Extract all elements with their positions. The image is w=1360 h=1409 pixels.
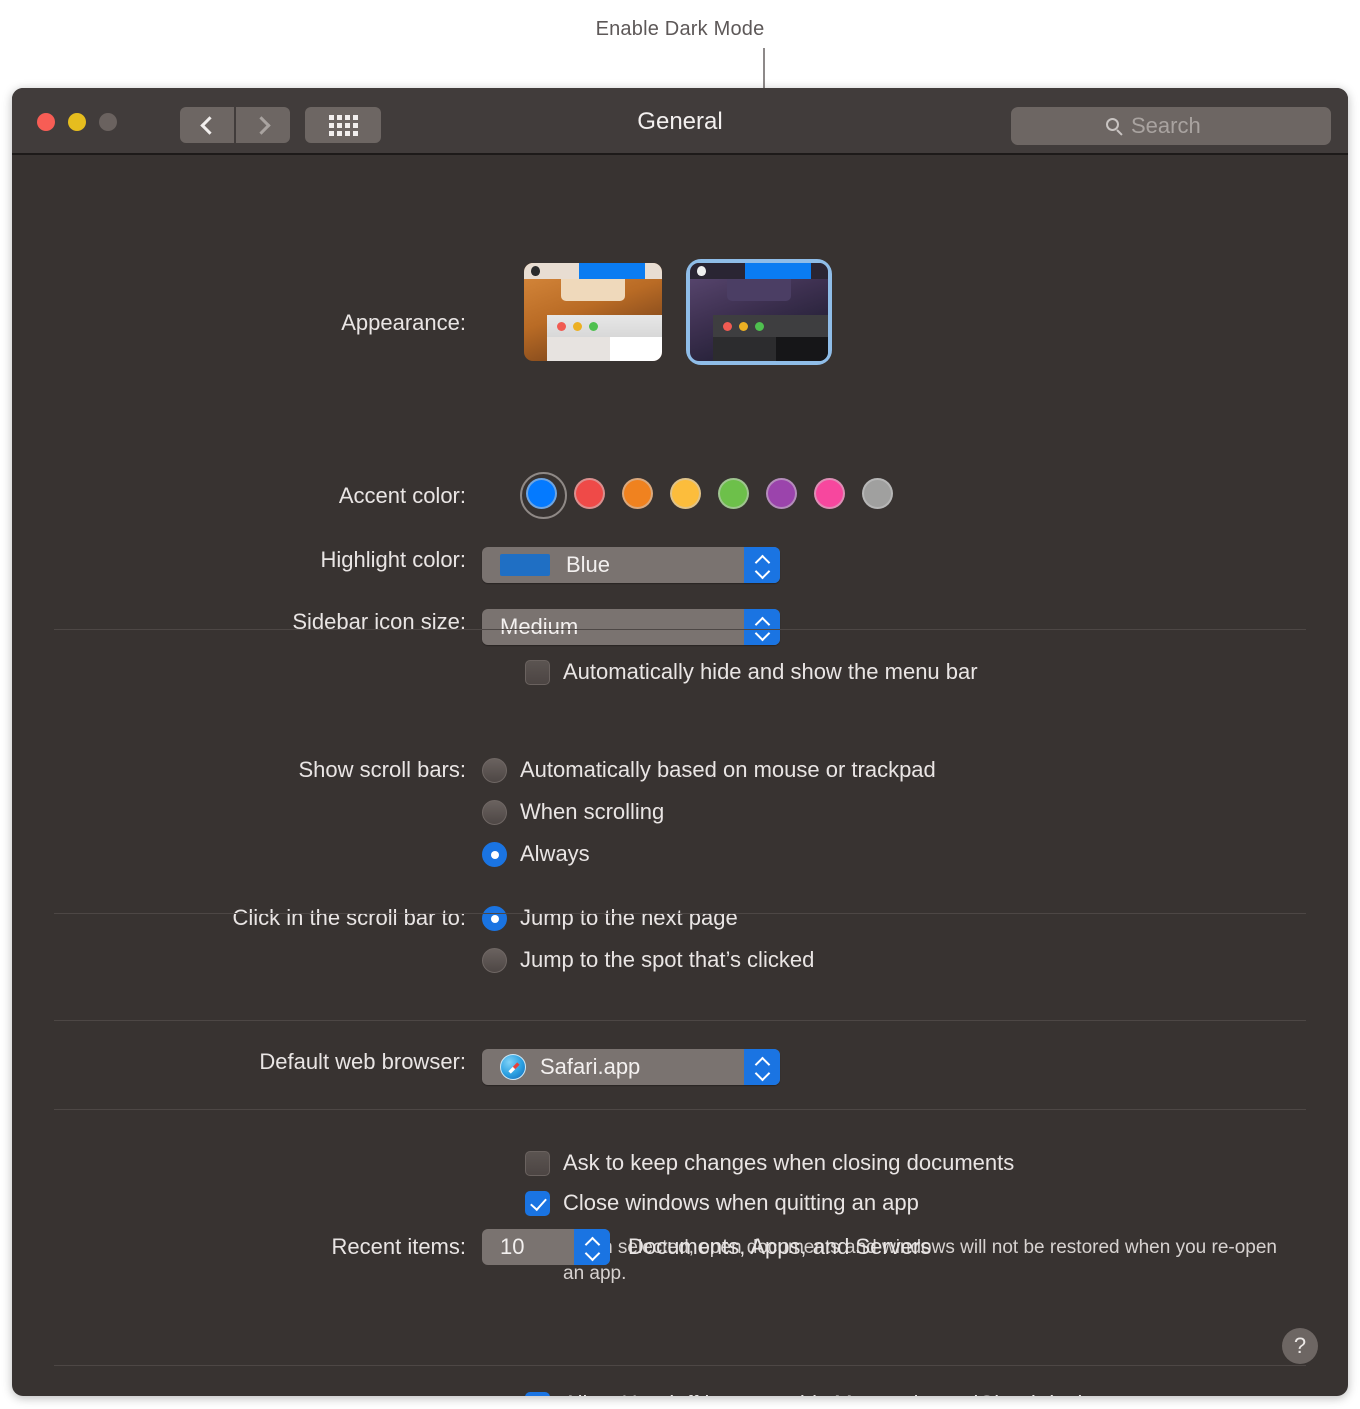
default-web-browser-row: Default web browser: Safari.app: [12, 1049, 780, 1085]
apple-logo-icon: [531, 266, 540, 276]
scroll-bars-option-auto[interactable]: Automatically based on mouse or trackpad: [482, 757, 936, 783]
show-scroll-bars-row: Show scroll bars: Automatically based on…: [12, 757, 936, 883]
appearance-option-light[interactable]: [524, 263, 662, 361]
scroll-click-radio-spot-clicked[interactable]: [482, 947, 507, 973]
scroll-bar-click-row: Click in the scroll bar to: Jump to the …: [12, 905, 814, 989]
appearance-row: Appearance:: [12, 310, 524, 336]
highlight-color-stepper-icon[interactable]: [744, 547, 780, 583]
scroll-click-label-spot-clicked: Jump to the spot that’s clicked: [520, 947, 815, 972]
appearance-options: [524, 263, 828, 361]
scroll-bars-radio-auto[interactable]: [482, 757, 507, 783]
recent-items-suffix: Documents, Apps, and Servers: [628, 1234, 932, 1259]
close-windows-checkbox[interactable]: [525, 1190, 550, 1216]
sidebar-icon-size-stepper-icon[interactable]: [744, 609, 780, 645]
handoff-checkbox[interactable]: [525, 1391, 550, 1396]
annotation-label: Enable Dark Mode: [595, 18, 765, 40]
accent-swatch-graphite[interactable]: [861, 477, 894, 510]
auto-hide-menu-bar-option[interactable]: Automatically hide and show the menu bar: [525, 659, 978, 685]
accent-swatch-pink[interactable]: [813, 477, 846, 510]
default-web-browser-label: Default web browser:: [259, 1049, 466, 1074]
auto-hide-menu-bar-checkbox[interactable]: [525, 659, 550, 685]
preferences-content: Appearance: Accent color: Highlight colo…: [12, 155, 1348, 1396]
highlight-color-row: Highlight color: Blue: [12, 547, 780, 583]
ask-to-keep-changes-checkbox[interactable]: [525, 1150, 550, 1176]
accent-swatch-orange[interactable]: [621, 477, 654, 510]
scroll-click-option-spot-clicked[interactable]: Jump to the spot that’s clicked: [482, 947, 814, 973]
scroll-bars-option-when-scrolling[interactable]: When scrolling: [482, 799, 936, 825]
accent-swatch-yellow[interactable]: [669, 477, 702, 510]
separator-2: [54, 913, 1306, 914]
ask-to-keep-changes-option[interactable]: Ask to keep changes when closing documen…: [525, 1150, 1014, 1176]
separator-5: [54, 1365, 1306, 1366]
handoff-option[interactable]: Allow Handoff between this Mac and your …: [525, 1391, 1117, 1396]
search-placeholder: Search: [1131, 113, 1201, 138]
system-preferences-window: General Search Appearance: Accent color:…: [12, 88, 1348, 1396]
close-windows-label: Close windows when quitting an app: [563, 1190, 919, 1215]
default-web-browser-select[interactable]: Safari.app: [482, 1049, 780, 1085]
appearance-option-dark[interactable]: [690, 263, 828, 361]
highlight-color-value: Blue: [566, 552, 611, 577]
sidebar-icon-size-label: Sidebar icon size:: [292, 609, 466, 634]
scroll-bars-option-always[interactable]: Always: [482, 841, 936, 867]
help-button[interactable]: ?: [1282, 1328, 1318, 1364]
appearance-label: Appearance:: [341, 310, 466, 335]
separator-4: [54, 1109, 1306, 1110]
highlight-color-label: Highlight color:: [320, 547, 466, 572]
scroll-bars-radio-always[interactable]: [482, 841, 507, 867]
ask-to-keep-changes-label: Ask to keep changes when closing documen…: [563, 1150, 1015, 1175]
accent-color-swatches: [520, 472, 894, 519]
recent-items-label: Recent items:: [331, 1234, 467, 1259]
recent-items-row: Recent items: 10 Documents, Apps, and Se…: [12, 1229, 931, 1265]
highlight-color-select[interactable]: Blue: [482, 547, 780, 583]
accent-swatch-green[interactable]: [717, 477, 750, 510]
scroll-bar-click-label: Click in the scroll bar to:: [232, 905, 466, 930]
close-windows-option[interactable]: Close windows when quitting an app: [525, 1190, 919, 1216]
default-web-browser-stepper-icon[interactable]: [744, 1049, 780, 1085]
scroll-bars-label-when-scrolling: When scrolling: [520, 799, 665, 824]
accent-color-label: Accent color:: [338, 483, 466, 508]
sidebar-icon-size-select[interactable]: Medium: [482, 609, 780, 645]
separator-1: [54, 629, 1306, 630]
scroll-click-label-next-page: Jump to the next page: [520, 905, 738, 930]
safari-icon: [500, 1054, 526, 1080]
scroll-click-radio-next-page[interactable]: [482, 905, 507, 931]
handoff-label: Allow Handoff between this Mac and your …: [563, 1391, 1117, 1396]
sidebar-icon-size-value: Medium: [500, 614, 579, 639]
accent-color-row: Accent color:: [12, 483, 524, 509]
window-titlebar: General Search: [12, 88, 1348, 155]
search-input[interactable]: Search: [1011, 107, 1331, 145]
scroll-bars-label-auto: Automatically based on mouse or trackpad: [520, 757, 936, 782]
recent-items-stepper-icon[interactable]: [574, 1229, 610, 1265]
recent-items-stepper[interactable]: 10: [482, 1229, 610, 1265]
show-scroll-bars-label: Show scroll bars:: [298, 757, 466, 782]
apple-logo-icon: [697, 266, 706, 276]
scroll-click-option-next-page[interactable]: Jump to the next page: [482, 905, 814, 931]
scroll-bars-radio-when-scrolling[interactable]: [482, 799, 507, 825]
scroll-bars-label-always: Always: [520, 841, 590, 866]
auto-hide-menu-bar-label: Automatically hide and show the menu bar: [563, 659, 978, 684]
search-icon: [1106, 117, 1123, 136]
recent-items-value: 10: [500, 1234, 525, 1259]
highlight-color-swatch: [500, 554, 550, 576]
separator-3: [54, 1020, 1306, 1021]
accent-swatch-red[interactable]: [573, 477, 606, 510]
accent-swatch-blue[interactable]: [520, 472, 567, 519]
default-web-browser-value: Safari.app: [540, 1054, 641, 1079]
accent-swatch-purple[interactable]: [765, 477, 798, 510]
sidebar-icon-size-row: Sidebar icon size: Medium: [12, 609, 780, 645]
